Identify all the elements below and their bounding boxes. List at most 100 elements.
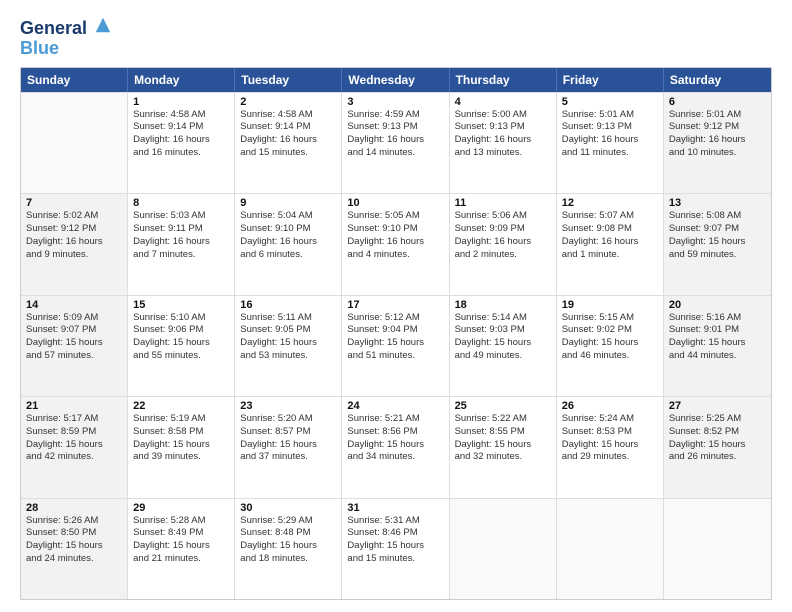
calendar-row-4: 21Sunrise: 5:17 AMSunset: 8:59 PMDayligh… <box>21 396 771 497</box>
day-number: 8 <box>133 197 229 209</box>
cell-info-line: Daylight: 16 hours <box>240 236 336 249</box>
cell-info-line: Daylight: 15 hours <box>26 540 122 553</box>
cell-info-line: and 4 minutes. <box>347 249 443 262</box>
calendar-cell: 22Sunrise: 5:19 AMSunset: 8:58 PMDayligh… <box>128 397 235 497</box>
cell-info-line: Sunrise: 5:19 AM <box>133 413 229 426</box>
cell-info-line: Sunrise: 5:10 AM <box>133 312 229 325</box>
cell-info-line: Sunset: 8:46 PM <box>347 527 443 540</box>
day-number: 17 <box>347 299 443 311</box>
cell-info-line: Daylight: 15 hours <box>455 337 551 350</box>
cell-info-line: Daylight: 16 hours <box>133 134 229 147</box>
day-number: 23 <box>240 400 336 412</box>
cell-info-line: Sunrise: 5:03 AM <box>133 210 229 223</box>
cell-info-line: Sunrise: 5:24 AM <box>562 413 658 426</box>
cell-info-line: and 13 minutes. <box>455 147 551 160</box>
cell-info-line: Sunrise: 5:16 AM <box>669 312 766 325</box>
calendar-cell: 20Sunrise: 5:16 AMSunset: 9:01 PMDayligh… <box>664 296 771 396</box>
cell-info-line: Sunset: 8:57 PM <box>240 426 336 439</box>
day-number: 22 <box>133 400 229 412</box>
cell-info-line: Sunrise: 4:58 AM <box>240 109 336 122</box>
cell-info-line: Sunrise: 5:08 AM <box>669 210 766 223</box>
cell-info-line: Sunset: 9:12 PM <box>26 223 122 236</box>
calendar-cell <box>557 499 664 599</box>
cell-info-line: Daylight: 15 hours <box>133 540 229 553</box>
cell-info-line: and 6 minutes. <box>240 249 336 262</box>
cell-info-line: Daylight: 15 hours <box>669 337 766 350</box>
calendar-cell: 25Sunrise: 5:22 AMSunset: 8:55 PMDayligh… <box>450 397 557 497</box>
cell-info-line: Daylight: 15 hours <box>669 236 766 249</box>
cell-info-line: Sunset: 9:12 PM <box>669 121 766 134</box>
weekday-header-sunday: Sunday <box>21 68 128 92</box>
cell-info-line: Sunrise: 5:01 AM <box>562 109 658 122</box>
cell-info-line: Sunset: 8:55 PM <box>455 426 551 439</box>
cell-info-line: Daylight: 16 hours <box>562 134 658 147</box>
cell-info-line: Daylight: 15 hours <box>347 337 443 350</box>
cell-info-line: and 29 minutes. <box>562 451 658 464</box>
cell-info-line: and 44 minutes. <box>669 350 766 363</box>
cell-info-line: Sunrise: 5:01 AM <box>669 109 766 122</box>
cell-info-line: Daylight: 15 hours <box>455 439 551 452</box>
weekday-header-monday: Monday <box>128 68 235 92</box>
calendar-row-1: 1Sunrise: 4:58 AMSunset: 9:14 PMDaylight… <box>21 92 771 193</box>
calendar-cell: 16Sunrise: 5:11 AMSunset: 9:05 PMDayligh… <box>235 296 342 396</box>
day-number: 21 <box>26 400 122 412</box>
cell-info-line: and 10 minutes. <box>669 147 766 160</box>
cell-info-line: Sunrise: 5:00 AM <box>455 109 551 122</box>
calendar-cell: 31Sunrise: 5:31 AMSunset: 8:46 PMDayligh… <box>342 499 449 599</box>
cell-info-line: Sunrise: 5:29 AM <box>240 515 336 528</box>
cell-info-line: Sunset: 9:13 PM <box>347 121 443 134</box>
cell-info-line: Sunset: 9:07 PM <box>669 223 766 236</box>
day-number: 9 <box>240 197 336 209</box>
cell-info-line: Daylight: 15 hours <box>562 439 658 452</box>
calendar-cell: 10Sunrise: 5:05 AMSunset: 9:10 PMDayligh… <box>342 194 449 294</box>
calendar-cell: 4Sunrise: 5:00 AMSunset: 9:13 PMDaylight… <box>450 93 557 193</box>
cell-info-line: and 51 minutes. <box>347 350 443 363</box>
cell-info-line: Daylight: 16 hours <box>133 236 229 249</box>
calendar-cell: 1Sunrise: 4:58 AMSunset: 9:14 PMDaylight… <box>128 93 235 193</box>
calendar: SundayMondayTuesdayWednesdayThursdayFrid… <box>20 67 772 600</box>
cell-info-line: and 15 minutes. <box>347 553 443 566</box>
day-number: 6 <box>669 96 766 108</box>
day-number: 31 <box>347 502 443 514</box>
cell-info-line: Daylight: 16 hours <box>26 236 122 249</box>
calendar-cell: 27Sunrise: 5:25 AMSunset: 8:52 PMDayligh… <box>664 397 771 497</box>
day-number: 12 <box>562 197 658 209</box>
cell-info-line: and 21 minutes. <box>133 553 229 566</box>
cell-info-line: and 46 minutes. <box>562 350 658 363</box>
day-number: 19 <box>562 299 658 311</box>
cell-info-line: Sunset: 9:14 PM <box>133 121 229 134</box>
cell-info-line: and 37 minutes. <box>240 451 336 464</box>
cell-info-line: Daylight: 15 hours <box>347 540 443 553</box>
weekday-header-tuesday: Tuesday <box>235 68 342 92</box>
calendar-cell: 3Sunrise: 4:59 AMSunset: 9:13 PMDaylight… <box>342 93 449 193</box>
cell-info-line: Sunset: 9:07 PM <box>26 324 122 337</box>
cell-info-line: and 2 minutes. <box>455 249 551 262</box>
cell-info-line: Daylight: 16 hours <box>455 236 551 249</box>
cell-info-line: and 34 minutes. <box>347 451 443 464</box>
cell-info-line: Sunrise: 5:20 AM <box>240 413 336 426</box>
calendar-cell: 28Sunrise: 5:26 AMSunset: 8:50 PMDayligh… <box>21 499 128 599</box>
cell-info-line: and 11 minutes. <box>562 147 658 160</box>
cell-info-line: and 16 minutes. <box>133 147 229 160</box>
cell-info-line: and 24 minutes. <box>26 553 122 566</box>
cell-info-line: Sunset: 8:49 PM <box>133 527 229 540</box>
cell-info-line: Sunset: 8:59 PM <box>26 426 122 439</box>
cell-info-line: Sunset: 9:09 PM <box>455 223 551 236</box>
day-number: 3 <box>347 96 443 108</box>
cell-info-line: and 14 minutes. <box>347 147 443 160</box>
day-number: 5 <box>562 96 658 108</box>
logo-icon <box>94 16 112 34</box>
cell-info-line: Sunset: 8:52 PM <box>669 426 766 439</box>
cell-info-line: Sunset: 8:48 PM <box>240 527 336 540</box>
page: General Blue SundayMondayTuesdayWednesda… <box>0 0 792 612</box>
logo-text: General <box>20 16 112 39</box>
cell-info-line: Sunrise: 5:25 AM <box>669 413 766 426</box>
calendar-cell <box>21 93 128 193</box>
logo: General Blue <box>20 16 112 59</box>
calendar-cell: 2Sunrise: 4:58 AMSunset: 9:14 PMDaylight… <box>235 93 342 193</box>
cell-info-line: Daylight: 16 hours <box>455 134 551 147</box>
cell-info-line: and 57 minutes. <box>26 350 122 363</box>
cell-info-line: Sunset: 9:13 PM <box>455 121 551 134</box>
cell-info-line: Daylight: 15 hours <box>240 540 336 553</box>
day-number: 24 <box>347 400 443 412</box>
